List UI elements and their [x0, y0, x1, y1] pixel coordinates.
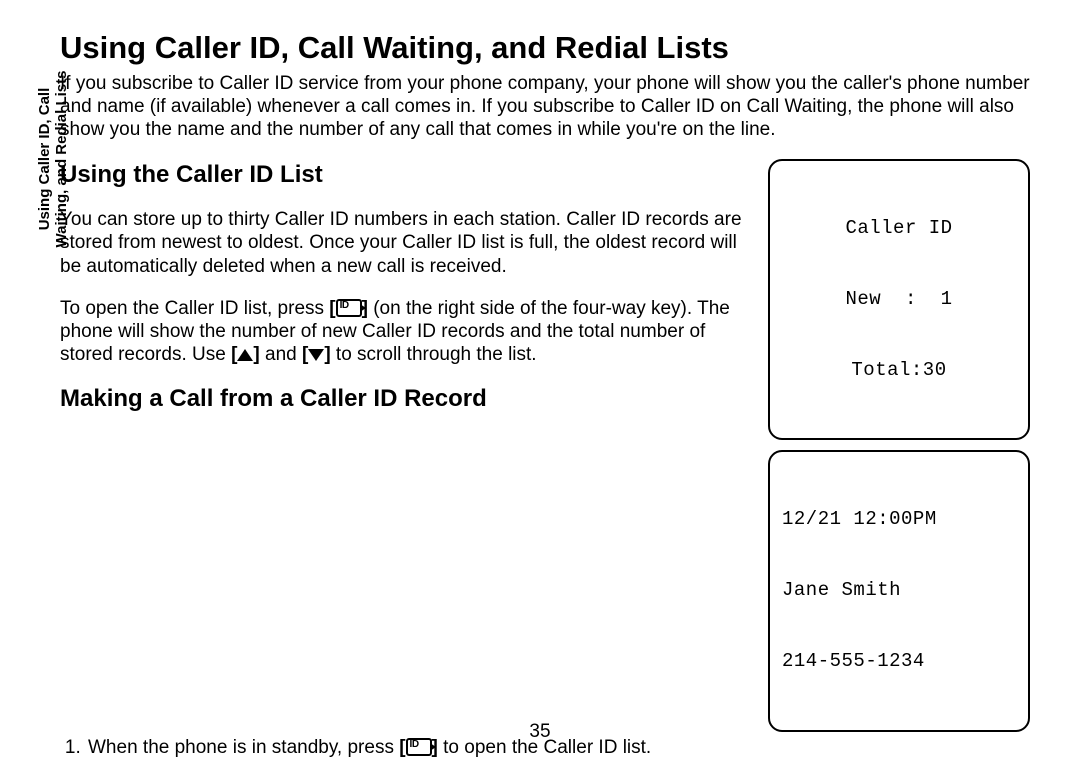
section-heading-caller-id-list: Using the Caller ID List [60, 161, 748, 189]
lcd-line: New : 1 [782, 288, 1016, 312]
text: and [260, 344, 302, 365]
lcd-screen-record: 12/21 12:00PM Jane Smith 214-555-1234 [768, 450, 1030, 731]
lcd-line: 214-555-1234 [782, 650, 1016, 674]
lcd-line: Total:30 [782, 359, 1016, 383]
down-key-icon: [] [302, 344, 331, 365]
page-title: Using Caller ID, Call Waiting, and Redia… [60, 30, 1030, 66]
intro-paragraph: If you subscribe to Caller ID service fr… [60, 72, 1030, 142]
lcd-screen-summary: Caller ID New : 1 Total:30 [768, 159, 1030, 440]
lcd-line: Jane Smith [782, 579, 1016, 603]
lcd-line: 12/21 12:00PM [782, 508, 1016, 532]
text: to scroll through the list. [331, 344, 537, 365]
text: To open the Caller ID list, press [60, 298, 329, 319]
paragraph: You can store up to thirty Caller ID num… [60, 208, 748, 278]
page-number: 35 [0, 721, 1080, 743]
up-key-icon: [] [231, 344, 260, 365]
lcd-line: Caller ID [782, 217, 1016, 241]
paragraph: To open the Caller ID list, press [] (on… [60, 297, 748, 367]
caller-id-key-icon: [] [329, 298, 368, 319]
section-tab: Using Caller ID, Call Waiting, and Redia… [36, 44, 71, 274]
section-heading-making-call: Making a Call from a Caller ID Record [60, 385, 748, 413]
manual-page: Using Caller ID, Call Waiting, and Redia… [0, 0, 1080, 759]
